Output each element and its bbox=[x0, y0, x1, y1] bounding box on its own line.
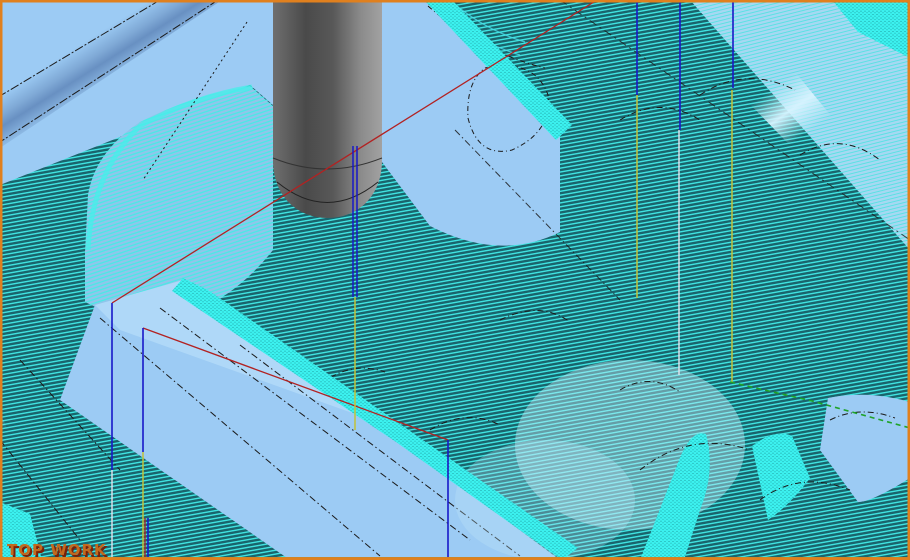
tool-shaft bbox=[273, 2, 382, 162]
cam-graphics-window[interactable]: TOP WORK TOP WORK bbox=[0, 0, 910, 560]
cutting-tool bbox=[273, 2, 382, 218]
cam-viewport[interactable]: TOP WORK TOP WORK bbox=[0, 0, 910, 560]
view-label-text: TOP WORK bbox=[7, 541, 107, 559]
